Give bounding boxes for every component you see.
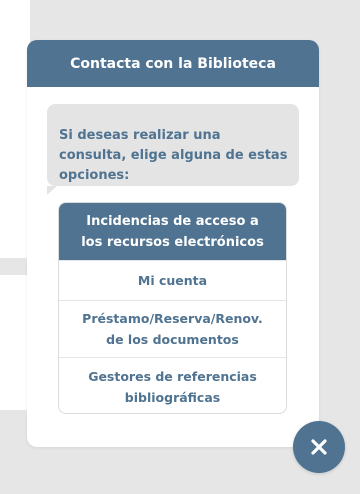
chat-widget: Contacta con la Biblioteca Si deseas rea… — [27, 40, 319, 447]
option-incidencias[interactable]: Incidencias de acceso a los recursos ele… — [59, 203, 286, 260]
bubble-tail — [47, 186, 57, 195]
option-label: Préstamo/Reserva/Renov. de los documento… — [82, 311, 263, 347]
option-label: Incidencias de acceso a los recursos ele… — [81, 213, 264, 250]
option-mi-cuenta[interactable]: Mi cuenta — [59, 260, 286, 300]
chat-header: Contacta con la Biblioteca — [27, 40, 319, 87]
option-label: Gestores de referencias bibliográficas — [88, 368, 257, 405]
option-label: Mi cuenta — [137, 273, 208, 288]
chat-title: Contacta con la Biblioteca — [70, 55, 276, 72]
option-gestores[interactable]: Gestores de referencias bibliográficas — [59, 357, 286, 413]
background-page-panel — [0, 275, 30, 410]
option-prestamo[interactable]: Préstamo/Reserva/Renov. de los documento… — [59, 300, 286, 357]
close-icon — [311, 439, 327, 455]
message-text: Si deseas realizar una consulta, elige a… — [59, 128, 288, 183]
options-list: Incidencias de acceso a los recursos ele… — [58, 202, 287, 414]
close-chat-button[interactable] — [293, 421, 345, 473]
background-page-panel — [0, 0, 30, 258]
message-bubble: Si deseas realizar una consulta, elige a… — [47, 104, 299, 186]
